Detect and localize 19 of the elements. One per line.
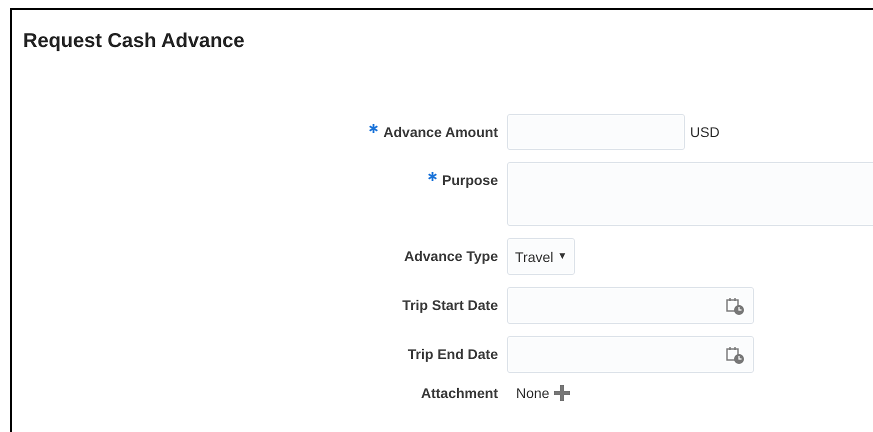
date-field[interactable] xyxy=(507,287,754,324)
required-icon xyxy=(369,124,378,133)
required-icon xyxy=(428,172,437,181)
amount-field[interactable] xyxy=(507,114,685,150)
type-dropdown[interactable]: Travel ▼ xyxy=(507,238,576,275)
field-label: Advance Amount xyxy=(383,124,498,140)
purpose-field[interactable] xyxy=(507,162,873,226)
add-icon[interactable] xyxy=(554,385,570,401)
calendar-icon[interactable] xyxy=(725,344,745,364)
currency-label: USD xyxy=(690,124,720,140)
attachment-value: None xyxy=(516,385,550,401)
calendar-icon[interactable] xyxy=(725,296,745,316)
field-label: Advance Type xyxy=(404,248,498,264)
field-label: Purpose xyxy=(442,172,498,188)
date-field[interactable] xyxy=(507,336,754,373)
page-title: Request Cash Advance xyxy=(22,29,246,54)
field-label: Attachment xyxy=(420,385,498,401)
field-label: Trip Start Date xyxy=(402,297,498,313)
field-label: Trip End Date xyxy=(408,346,498,362)
